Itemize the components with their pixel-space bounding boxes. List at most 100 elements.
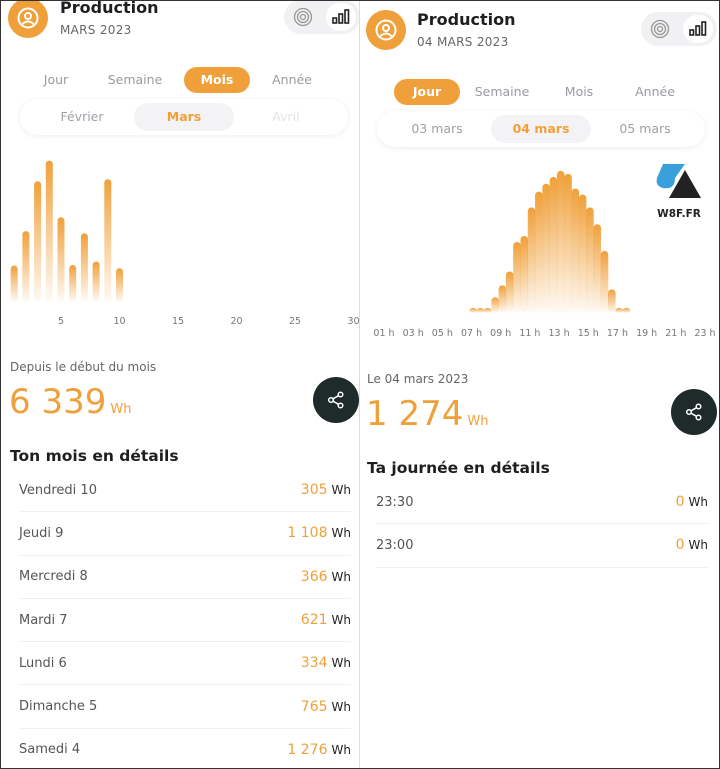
list-item[interactable]: Dimanche 5 765 Wh	[19, 685, 351, 729]
period-tabs: Jour Semaine Mois Année	[0, 67, 359, 93]
view-toggle	[641, 12, 717, 46]
day-bar[interactable]	[571, 188, 580, 313]
next-day-button[interactable]: 05 mars	[595, 115, 695, 143]
month-panel: Production MARS 2023 Jour Semaine Mois A…	[0, 0, 360, 769]
period-subtitle: MARS 2023	[60, 23, 132, 37]
current-month-button[interactable]: Mars	[134, 103, 234, 131]
day-bar[interactable]	[556, 170, 565, 313]
day-bar[interactable]	[542, 183, 550, 313]
row-amount: 366	[300, 568, 328, 585]
tab-annee[interactable]: Année	[614, 79, 696, 105]
user-icon	[375, 19, 397, 41]
x-tick-label: 5	[58, 316, 64, 327]
month-bar[interactable]	[80, 233, 88, 302]
target-view-button[interactable]	[645, 15, 675, 43]
month-bar[interactable]	[104, 179, 112, 302]
tab-semaine[interactable]: Semaine	[86, 67, 184, 93]
day-bar[interactable]	[549, 176, 558, 313]
row-label: Lundi 6	[19, 655, 67, 671]
x-tick-label: 23 h	[694, 328, 715, 339]
row-amount: 765	[300, 698, 328, 715]
day-bar[interactable]	[622, 308, 631, 313]
day-bar[interactable]	[476, 308, 485, 313]
tab-jour[interactable]: Jour	[394, 79, 460, 105]
tab-mois[interactable]: Mois	[544, 79, 614, 105]
total-unit: Wh	[467, 414, 489, 429]
month-bar[interactable]	[116, 268, 123, 302]
day-bar[interactable]	[615, 308, 623, 313]
x-tick-label: 30	[347, 316, 359, 327]
month-bar[interactable]	[10, 265, 18, 302]
tab-jour[interactable]: Jour	[26, 67, 86, 93]
row-value: 334 Wh	[301, 655, 351, 671]
day-bar[interactable]	[578, 194, 587, 313]
current-day-button[interactable]: 04 mars	[491, 115, 591, 143]
avatar[interactable]	[366, 10, 406, 50]
day-bar[interactable]	[527, 207, 536, 313]
avatar[interactable]	[8, 0, 48, 38]
list-item[interactable]: 23:00 0 Wh	[376, 524, 708, 568]
day-bar[interactable]	[498, 285, 507, 313]
day-bar[interactable]	[600, 250, 609, 313]
x-tick-label: 15 h	[578, 328, 599, 339]
share-button[interactable]	[671, 389, 717, 435]
bar-chart-icon	[689, 21, 707, 36]
month-bar[interactable]	[34, 181, 42, 302]
day-bar[interactable]	[608, 289, 616, 313]
day-bar[interactable]	[564, 173, 572, 313]
page-title: Production	[60, 0, 159, 17]
month-selector: Février Mars Avril	[20, 99, 348, 135]
list-item[interactable]: Samedi 4 1 276 Wh	[19, 729, 351, 769]
month-bar[interactable]	[92, 261, 100, 302]
day-bar[interactable]	[483, 308, 492, 313]
month-bar[interactable]	[22, 231, 30, 302]
chart-view-button[interactable]	[683, 15, 713, 43]
target-view-button[interactable]	[288, 3, 318, 31]
row-amount: 1 276	[287, 741, 328, 758]
x-tick-label: 05 h	[432, 328, 453, 339]
month-bar[interactable]	[69, 265, 77, 302]
day-bar[interactable]	[505, 271, 514, 313]
prev-day-button[interactable]: 03 mars	[387, 115, 487, 143]
row-unit: Wh	[331, 569, 351, 584]
day-bar[interactable]	[520, 236, 529, 313]
day-bar[interactable]	[535, 191, 543, 313]
list-item[interactable]: Vendredi 10 305 Wh	[19, 469, 351, 513]
list-item[interactable]: Mardi 7 621 Wh	[19, 599, 351, 643]
row-label: Dimanche 5	[19, 699, 98, 715]
month-bar[interactable]	[57, 217, 65, 302]
row-unit: Wh	[688, 538, 708, 553]
list-item[interactable]: Jeudi 9 1 108 Wh	[19, 512, 351, 556]
day-bar[interactable]	[491, 297, 499, 313]
day-bar[interactable]	[586, 207, 594, 313]
share-button[interactable]	[313, 377, 359, 423]
w8f-logo-icon	[656, 164, 701, 198]
prev-month-button[interactable]: Février	[32, 103, 132, 131]
list-item[interactable]: Mercredi 8 366 Wh	[19, 556, 351, 599]
details-title: Ton mois en détails	[10, 447, 179, 465]
day-bar[interactable]	[469, 308, 477, 313]
tab-semaine[interactable]: Semaine	[460, 79, 544, 105]
row-label: Mercredi 8	[19, 569, 88, 585]
tab-mois[interactable]: Mois	[184, 67, 250, 93]
row-label: Samedi 4	[19, 742, 81, 758]
list-item[interactable]: 23:30 0 Wh	[376, 481, 708, 525]
tab-annee[interactable]: Année	[250, 67, 334, 93]
period-tabs: Jour Semaine Mois Année	[360, 79, 720, 105]
x-tick-label: 20	[230, 316, 242, 327]
row-label: Jeudi 9	[19, 525, 64, 541]
share-icon	[327, 391, 344, 409]
row-unit: Wh	[331, 483, 351, 498]
next-month-button: Avril	[272, 109, 300, 124]
list-item[interactable]: Lundi 6 334 Wh	[19, 642, 351, 686]
row-amount: 1 108	[287, 525, 328, 542]
month-bar[interactable]	[45, 160, 53, 302]
x-tick-label: 01 h	[373, 328, 394, 339]
target-icon	[650, 19, 670, 39]
day-bar[interactable]	[593, 224, 602, 313]
day-bar[interactable]	[513, 241, 521, 313]
target-icon	[293, 7, 313, 27]
row-unit: Wh	[331, 742, 351, 757]
chart-view-button[interactable]	[326, 3, 356, 31]
row-amount: 334	[300, 655, 328, 672]
